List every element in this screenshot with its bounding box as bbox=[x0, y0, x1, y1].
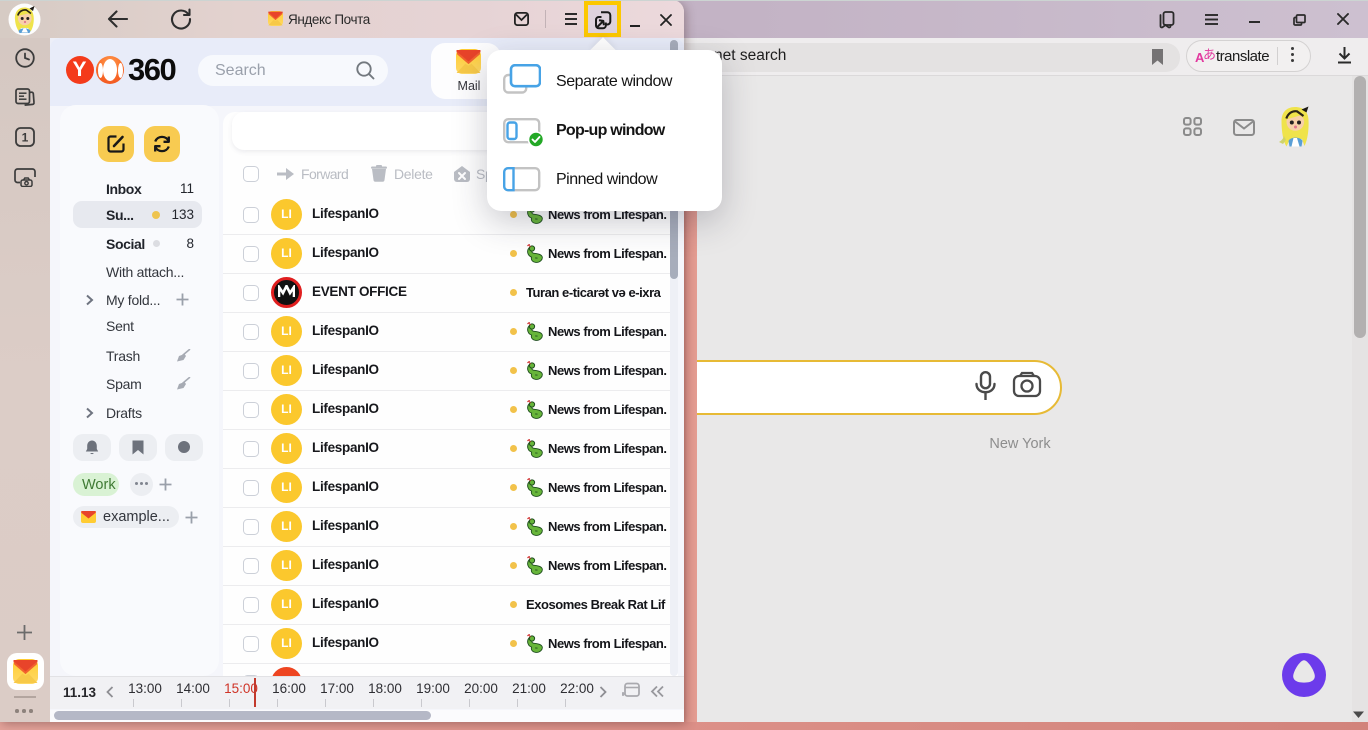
svg-text:1: 1 bbox=[22, 131, 29, 145]
